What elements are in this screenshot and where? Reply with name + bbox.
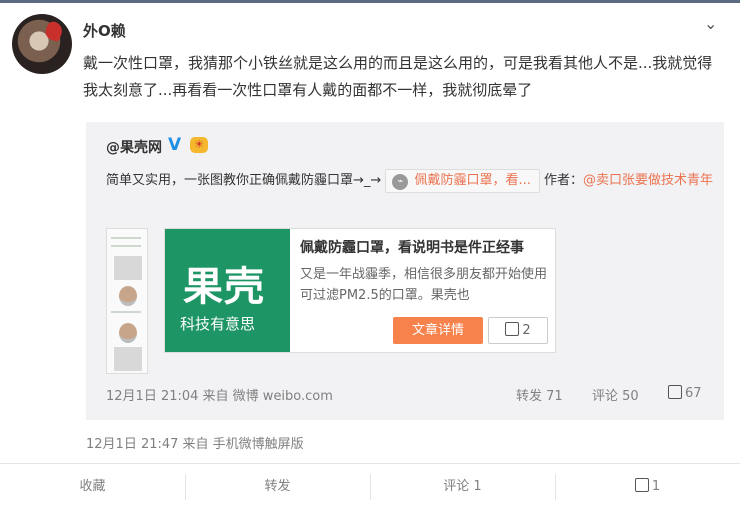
author-prefix: 作者： [543, 173, 583, 188]
thumbnail-line [111, 237, 141, 239]
article-title[interactable]: 佩戴防霾口罩，看说明书是件正经事 [300, 237, 550, 257]
thumbnail-face [119, 323, 137, 343]
article-card[interactable]: 果壳 科技有意思 佩戴防霾口罩，看说明书是件正经事 又是一年战霾季，相信很多朋友… [164, 228, 556, 353]
repost-text-prefix: 简单又实用，一张图教你正确佩戴防霾口罩→_→ [106, 173, 382, 188]
thumb-up-icon [634, 478, 649, 492]
repost-count-link[interactable]: 转发 71 [516, 385, 563, 404]
author-mention[interactable]: @卖口张要做技术青年 [583, 173, 713, 188]
thumbnail-block [114, 347, 142, 371]
like-button[interactable]: 1 [555, 464, 740, 509]
source-name[interactable]: @果壳网 [106, 137, 162, 157]
thumbnail-block [114, 256, 142, 280]
article-summary: 又是一年战霾季，相信很多朋友都开始使用可过滤PM2.5的口罩。果壳也 [300, 267, 548, 303]
chevron-down-icon[interactable]: ⌄ [704, 14, 717, 33]
article-link-label: 佩戴防霾口罩，看... [414, 173, 531, 188]
like-count: 1 [651, 479, 661, 494]
favorite-button[interactable]: 收藏 [0, 464, 185, 509]
repost-button[interactable]: 转发 [185, 464, 370, 509]
top-border [0, 0, 740, 3]
repost-text: 简单又实用，一张图教你正确佩戴防霾口罩→_→ ⌁ 佩戴防霾口罩，看... 作者：… [106, 167, 716, 194]
cover-logo-text: 果壳 [183, 264, 265, 310]
thumb-up-icon [668, 385, 682, 399]
avatar[interactable] [12, 14, 72, 74]
comment-count-link[interactable]: 评论 50 [592, 385, 639, 404]
article-like-button[interactable]: 2 [488, 317, 548, 344]
link-icon: ⌁ [392, 174, 409, 190]
cover-slogan: 科技有意思 [180, 315, 256, 333]
repost-meta: 12月1日 21:04 来自 微博 weibo.com [106, 389, 333, 404]
thumbnail-line [111, 311, 141, 313]
post-meta: 12月1日 21:47 来自 手机微博触屏版 [86, 437, 304, 452]
verified-badge-icon: V [168, 135, 182, 155]
article-link[interactable]: ⌁ 佩戴防霾口罩，看... [385, 169, 540, 193]
action-bar: 收藏 转发 评论 1 1 [0, 463, 740, 509]
repost-panel: @果壳网 V ☀ 简单又实用，一张图教你正确佩戴防霾口罩→_→ ⌁ 佩戴防霾口罩… [86, 122, 724, 420]
article-cover: 果壳 科技有意思 [165, 229, 290, 352]
article-like-count: 2 [522, 323, 531, 338]
repost-like-count: 67 [685, 386, 702, 401]
thumb-up-icon [505, 322, 520, 336]
thumbnail-face [119, 286, 137, 306]
infographic-thumbnail[interactable] [106, 228, 148, 374]
repost-like-link[interactable]: 67 [668, 385, 702, 401]
read-article-button[interactable]: 文章详情 [393, 317, 483, 344]
post-text: 戴一次性口罩，我猜那个小铁丝就是这么用的而且是这么用的，可是我看其他人不是...… [83, 54, 713, 99]
username[interactable]: 外O赖 [83, 20, 126, 41]
member-badge-icon: ☀ [190, 137, 208, 153]
thumbnail-line [111, 245, 141, 247]
comment-button[interactable]: 评论 1 [370, 464, 555, 509]
